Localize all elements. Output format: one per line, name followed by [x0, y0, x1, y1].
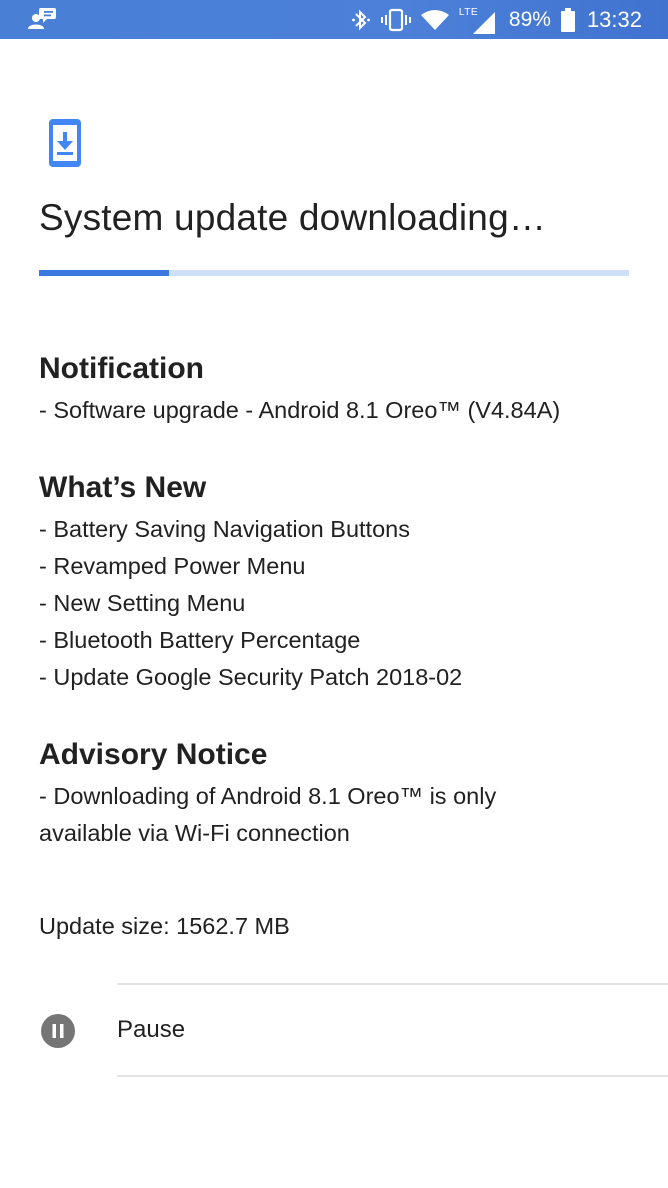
page-title: System update downloading… [39, 197, 547, 238]
notification-line: - Software upgrade - Android 8.1 Oreo™ (… [39, 397, 561, 423]
pause-circle-icon [41, 1014, 75, 1053]
download-progress-bar [39, 270, 629, 276]
whats-new-item: - Update Google Security Patch 2018-02 [39, 664, 463, 690]
account-chat-notification-icon [28, 7, 56, 36]
whats-new-item: - Battery Saving Navigation Buttons [39, 516, 410, 542]
whats-new-item: - New Setting Menu [39, 590, 246, 616]
status-bar: LTE 89% 13:32 [0, 0, 668, 39]
pause-button[interactable]: Pause [0, 985, 668, 1075]
bluetooth-icon [351, 8, 371, 32]
update-size: Update size: 1562.7 MB [39, 913, 290, 939]
battery-percent: 89% [508, 7, 551, 31]
vibrate-icon [380, 8, 411, 32]
whats-new-heading: What’s New [39, 471, 207, 504]
pause-label: Pause [117, 1016, 186, 1043]
lte-signal-icon: LTE [459, 6, 495, 34]
system-update-download-icon [49, 119, 81, 172]
divider [117, 1075, 668, 1077]
wifi-icon [420, 9, 449, 31]
whats-new-item: - Revamped Power Menu [39, 553, 306, 579]
notification-heading: Notification [39, 352, 204, 385]
clock: 13:32 [586, 6, 642, 32]
advisory-notice-heading: Advisory Notice [39, 738, 268, 771]
advisory-line: - Downloading of Android 8.1 Oreo™ is on… [39, 783, 497, 809]
advisory-line: available via Wi-Fi connection [39, 820, 350, 846]
battery-icon [560, 7, 575, 32]
whats-new-item: - Bluetooth Battery Percentage [39, 627, 361, 653]
download-progress-fill [39, 270, 169, 276]
